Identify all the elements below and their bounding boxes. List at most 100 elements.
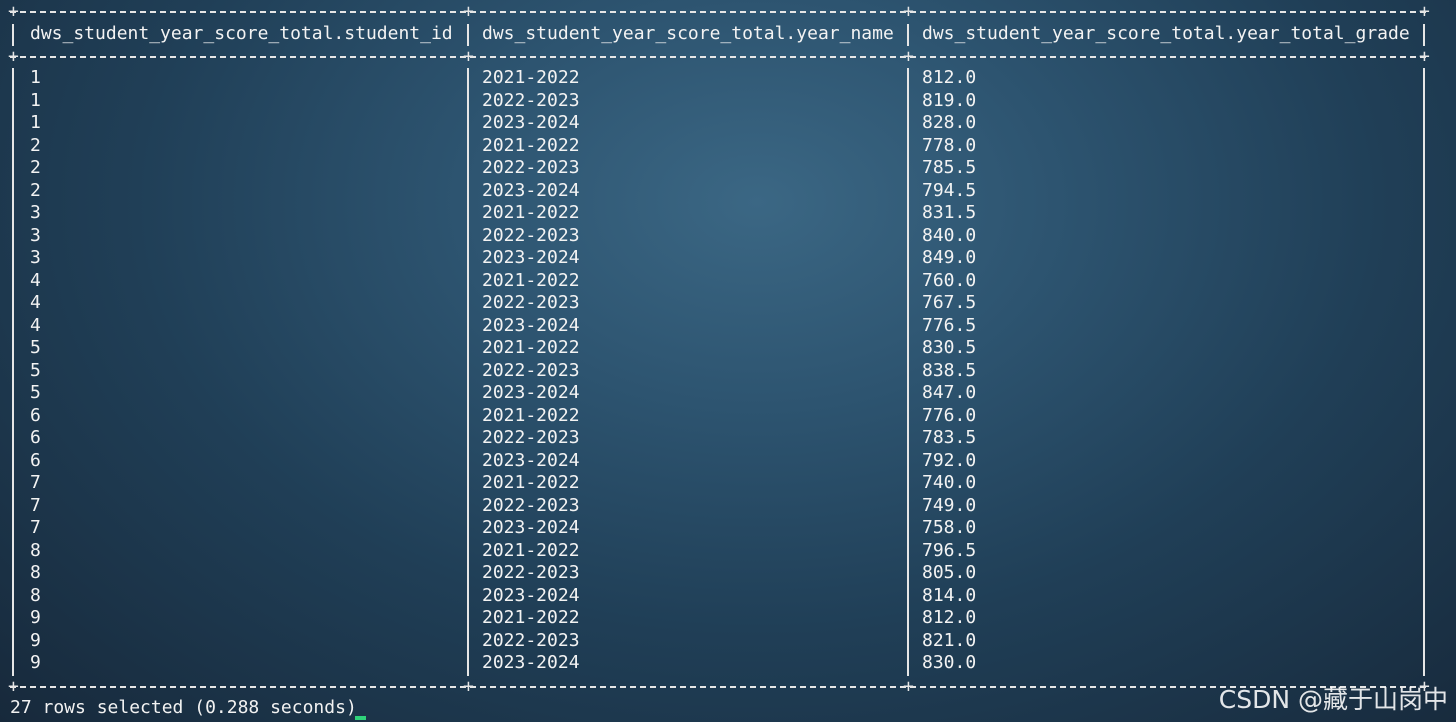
table-row: 7 2022-2023 749.0	[0, 495, 1456, 517]
table-row: 1 2021-2022 812.0	[0, 67, 1456, 89]
cell-year-name: 2021-2022	[482, 202, 580, 223]
cell-year-total-grade: 776.5	[922, 314, 977, 336]
cell-student-id: 3	[30, 247, 41, 268]
table-row: 2 2021-2022 778.0	[0, 135, 1456, 157]
cell-year-total-grade: 830.5	[922, 337, 977, 358]
cell-student-id: 3	[30, 224, 41, 246]
table-row: 4 2021-2022 760.0	[0, 270, 1456, 292]
cell-student-id: 1	[30, 89, 41, 111]
cell-student-id: 1	[30, 112, 41, 133]
cell-student-id: 8	[30, 539, 41, 561]
terminal-cursor	[355, 716, 366, 720]
cell-year-total-grade: 812.0	[922, 607, 977, 628]
cell-year-name: 2022-2023	[482, 562, 580, 583]
corner: +	[903, 46, 914, 67]
cell-year-name: 2022-2023	[482, 629, 580, 651]
cell-year-name: 2021-2022	[482, 539, 580, 561]
cell-student-id: 8	[30, 562, 41, 583]
cell-student-id: 5	[30, 382, 41, 403]
cell-year-total-grade: 849.0	[922, 247, 977, 268]
cell-year-total-grade: 794.5	[922, 179, 977, 201]
column-header-student-id: dws_student_year_score_total.student_id	[30, 23, 453, 44]
cell-student-id: 4	[30, 292, 41, 313]
cell-year-name: 2021-2022	[482, 67, 580, 88]
corner: +	[8, 676, 19, 697]
cell-student-id: 8	[30, 584, 41, 606]
cell-year-name: 2023-2024	[482, 584, 580, 606]
corner: +	[1419, 46, 1430, 67]
table-row: 3 2022-2023 840.0	[0, 225, 1456, 247]
cell-student-id: 3	[30, 202, 41, 223]
cell-year-total-grade: 792.0	[922, 449, 977, 471]
cell-student-id: 6	[30, 404, 41, 426]
column-header-year-total-grade: dws_student_year_score_total.year_total_…	[922, 23, 1410, 44]
corner: +	[8, 46, 19, 67]
corner: +	[463, 1, 474, 22]
cell-student-id: 2	[30, 157, 41, 178]
table-row: 5 2021-2022 830.5	[0, 337, 1456, 359]
cell-student-id: 2	[30, 134, 41, 156]
cell-year-total-grade: 796.5	[922, 539, 977, 561]
corner: +	[1419, 1, 1430, 22]
cell-year-name: 2023-2024	[482, 112, 580, 133]
cell-year-total-grade: 838.5	[922, 359, 977, 381]
table-row: 8 2023-2024 814.0	[0, 585, 1456, 607]
cell-year-total-grade: 830.0	[922, 652, 977, 673]
cell-year-name: 2023-2024	[482, 517, 580, 538]
cell-student-id: 5	[30, 359, 41, 381]
cell-year-total-grade: 758.0	[922, 517, 977, 538]
cell-year-total-grade: 760.0	[922, 269, 977, 291]
cell-year-name: 2022-2023	[482, 157, 580, 178]
cell-year-name: 2022-2023	[482, 292, 580, 313]
cell-student-id: 7	[30, 517, 41, 538]
cell-year-name: 2021-2022	[482, 134, 580, 156]
table-row: 1 2023-2024 828.0	[0, 112, 1456, 134]
table-row: 8 2021-2022 796.5	[0, 540, 1456, 562]
cell-year-name: 2022-2023	[482, 89, 580, 111]
column-separator	[1423, 24, 1425, 46]
table-row: 5 2023-2024 847.0	[0, 382, 1456, 404]
column-header-year-name: dws_student_year_score_total.year_name	[482, 23, 894, 44]
cell-student-id: 9	[30, 607, 41, 628]
table-row: 3 2021-2022 831.5	[0, 202, 1456, 224]
cell-student-id: 6	[30, 427, 41, 448]
column-separator	[12, 24, 14, 46]
table-border-header	[10, 56, 1426, 58]
cell-year-name: 2021-2022	[482, 337, 580, 358]
cell-year-total-grade: 828.0	[922, 112, 977, 133]
cell-year-name: 2022-2023	[482, 224, 580, 246]
cell-year-name: 2023-2024	[482, 449, 580, 471]
cell-student-id: 9	[30, 629, 41, 651]
cell-year-total-grade: 805.0	[922, 562, 977, 583]
cell-year-name: 2023-2024	[482, 382, 580, 403]
cell-year-name: 2022-2023	[482, 427, 580, 448]
corner: +	[463, 46, 474, 67]
cell-year-name: 2021-2022	[482, 269, 580, 291]
cell-year-total-grade: 821.0	[922, 629, 977, 651]
table-row: 2 2023-2024 794.5	[0, 180, 1456, 202]
corner: +	[8, 1, 19, 22]
table-row: 4 2023-2024 776.5	[0, 315, 1456, 337]
cell-student-id: 1	[30, 67, 41, 88]
cell-year-total-grade: 778.0	[922, 134, 977, 156]
table-row: 7 2021-2022 740.0	[0, 472, 1456, 494]
table-row: 1 2022-2023 819.0	[0, 90, 1456, 112]
column-separator	[467, 24, 469, 46]
terminal-window[interactable]: + + + + + + + + + + + + dws_student_year…	[0, 0, 1456, 722]
cell-year-name: 2023-2024	[482, 247, 580, 268]
table-row: 6 2021-2022 776.0	[0, 405, 1456, 427]
cell-year-total-grade: 814.0	[922, 584, 977, 606]
cell-year-total-grade: 740.0	[922, 472, 977, 493]
cell-student-id: 6	[30, 449, 41, 471]
cell-year-total-grade: 749.0	[922, 494, 977, 516]
table-row: 5 2022-2023 838.5	[0, 360, 1456, 382]
table-border-top	[10, 11, 1426, 13]
corner: +	[903, 676, 914, 697]
table-row: 8 2022-2023 805.0	[0, 562, 1456, 584]
cell-year-total-grade: 783.5	[922, 427, 977, 448]
cell-year-total-grade: 785.5	[922, 157, 977, 178]
watermark: CSDN @藏于山岗中	[1218, 685, 1448, 714]
cell-year-total-grade: 819.0	[922, 89, 977, 111]
cell-year-name: 2021-2022	[482, 404, 580, 426]
cell-year-name: 2022-2023	[482, 359, 580, 381]
